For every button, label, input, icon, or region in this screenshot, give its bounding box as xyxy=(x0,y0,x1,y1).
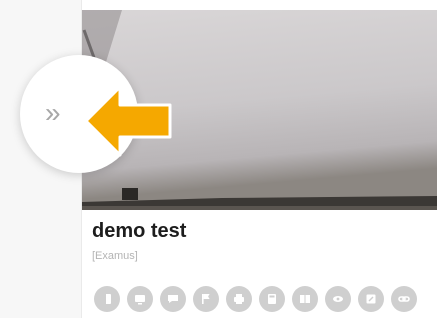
eye-icon[interactable] xyxy=(325,286,351,312)
exam-provider: [Examus] xyxy=(92,250,138,262)
printer-icon[interactable] xyxy=(226,286,252,312)
flag-icon[interactable] xyxy=(193,286,219,312)
chat-icon[interactable] xyxy=(160,286,186,312)
arrow-left-icon xyxy=(84,85,174,162)
link-icon[interactable] xyxy=(391,286,417,312)
double-chevron-right-icon: » xyxy=(45,97,60,128)
book-icon[interactable] xyxy=(292,286,318,312)
exam-title: demo test xyxy=(92,220,187,242)
calculator-icon[interactable] xyxy=(259,286,285,312)
screen-share-icon[interactable] xyxy=(127,286,153,312)
document-icon[interactable] xyxy=(94,286,120,312)
proctoring-card: demo test [Examus] xyxy=(82,10,437,318)
action-toolbar xyxy=(94,286,417,312)
edit-icon[interactable] xyxy=(358,286,384,312)
